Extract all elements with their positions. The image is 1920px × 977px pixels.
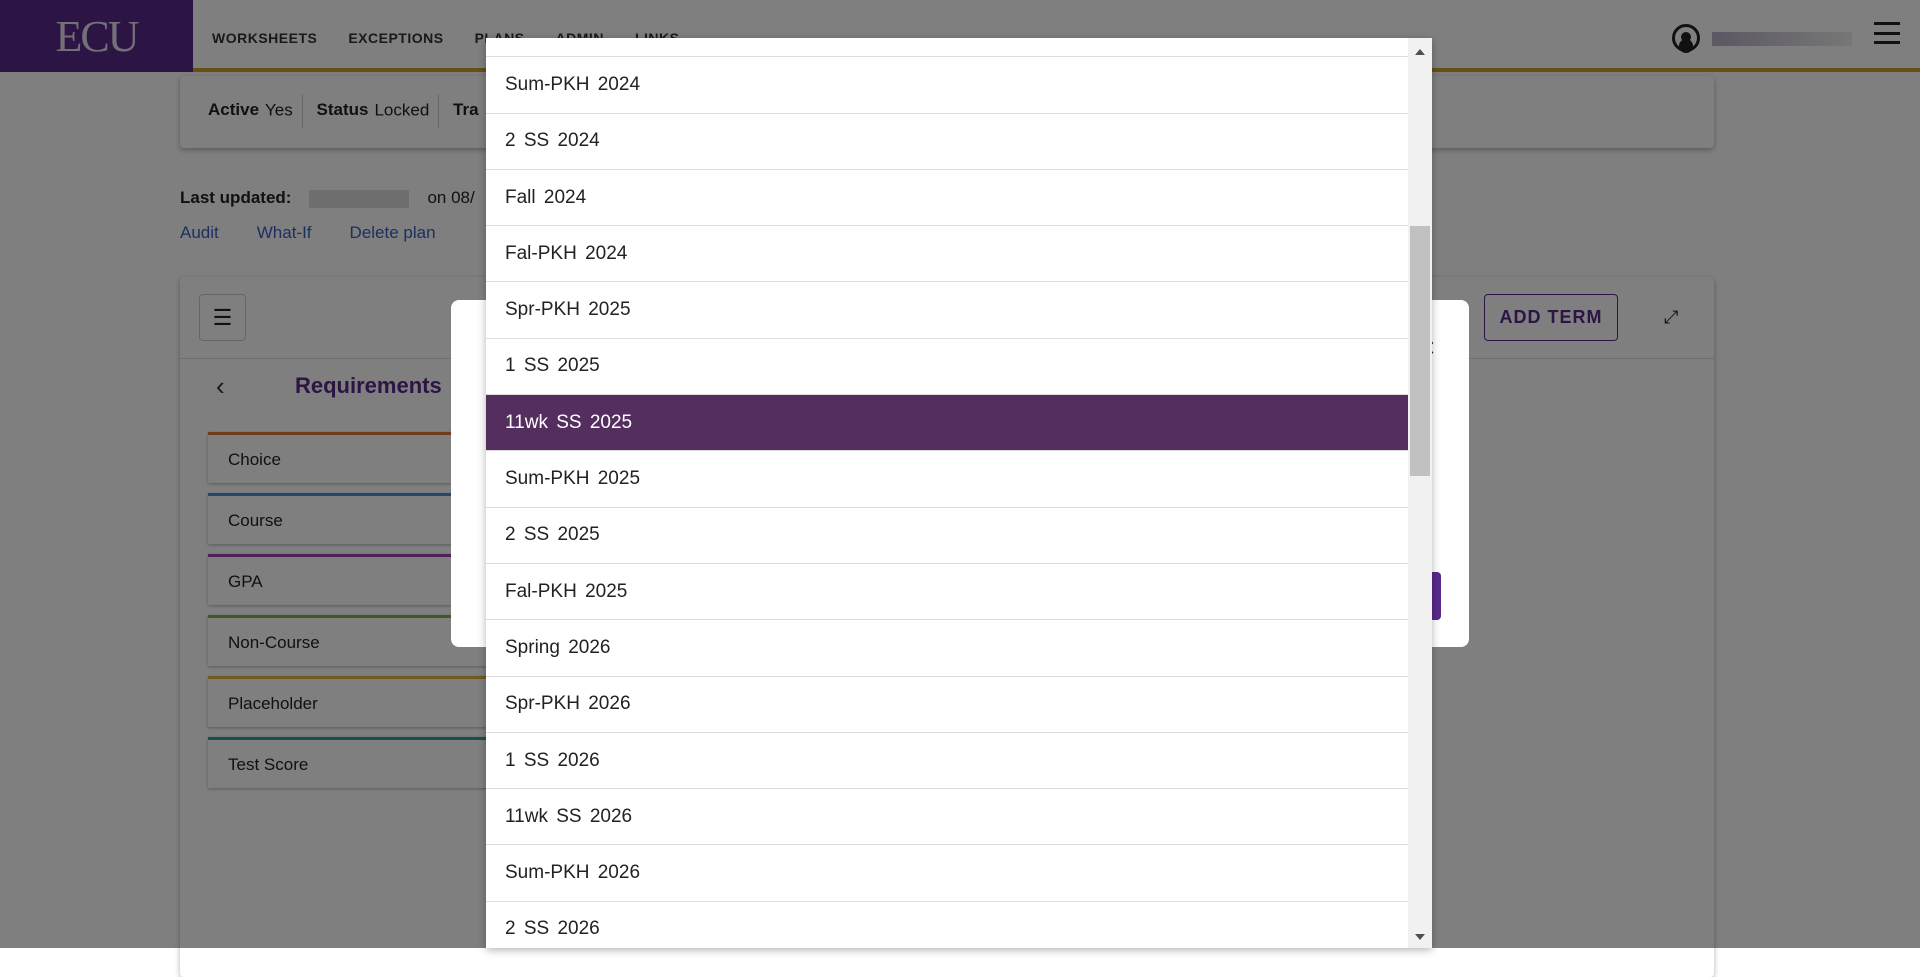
scrollbar-thumb[interactable] xyxy=(1410,226,1430,476)
dropdown-option[interactable]: Fal-PKH 2024 xyxy=(486,226,1408,283)
dropdown-option[interactable]: Spring 2026 xyxy=(486,620,1408,677)
dropdown-option[interactable]: Sum-PKH 2026 xyxy=(486,845,1408,902)
scroll-up-icon[interactable] xyxy=(1415,49,1425,55)
dropdown-option[interactable]: Fall 2024 xyxy=(486,170,1408,227)
scroll-down-icon[interactable] xyxy=(1415,934,1425,940)
dropdown-option[interactable] xyxy=(486,38,1408,58)
dropdown-option[interactable]: Spr-PKH 2025 xyxy=(486,282,1408,339)
dropdown-option[interactable]: 1 SS 2026 xyxy=(486,733,1408,790)
dropdown-option[interactable]: Sum-PKH 2024 xyxy=(486,57,1408,114)
dropdown-option[interactable]: 1 SS 2025 xyxy=(486,339,1408,396)
dropdown-option[interactable]: 2 SS 2025 xyxy=(486,508,1408,564)
dropdown-option[interactable]: Fal-PKH 2025 xyxy=(486,564,1408,621)
term-dropdown-list: Sum-PKH 2024 2 SS 2024 Fall 2024 Fal-PKH 20… xyxy=(486,38,1432,948)
dropdown-option[interactable]: 2 SS 2026 xyxy=(486,902,1408,948)
dropdown-option[interactable]: 2 SS 2024 xyxy=(486,114,1408,170)
dropdown-option[interactable]: 11wk SS 2025 xyxy=(486,395,1408,452)
dropdown-option[interactable]: Sum-PKH 2025 xyxy=(486,451,1408,508)
dropdown-option[interactable]: Spr-PKH 2026 xyxy=(486,677,1408,733)
scrollbar[interactable] xyxy=(1408,38,1432,948)
dropdown-option[interactable]: 11wk SS 2026 xyxy=(486,789,1408,846)
